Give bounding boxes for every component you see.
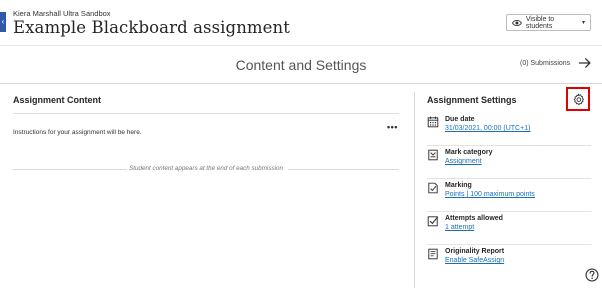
- marking-icon: [428, 182, 438, 194]
- attempts-icon: [427, 216, 439, 227]
- section-band: Content and Settings: [0, 47, 602, 84]
- setting-originality: Originality Report Enable SafeAssign: [427, 245, 591, 278]
- course-name: Kiera Marshall Ultra Sandbox: [13, 9, 111, 18]
- divider: [13, 113, 399, 114]
- assignment-content-heading: Assignment Content: [13, 95, 102, 105]
- setting-label: Marking: [445, 182, 472, 189]
- due-date-link[interactable]: 31/03/2021, 00:00 (UTC+1): [445, 125, 530, 132]
- page-header: ‹ Kiera Marshall Ultra Sandbox Example B…: [0, 0, 602, 46]
- mark-category-link[interactable]: Assignment: [445, 158, 482, 165]
- setting-due-date: Due date 31/03/2021, 00:00 (UTC+1): [427, 113, 591, 146]
- eye-icon: [512, 19, 522, 26]
- assignment-settings-heading: Assignment Settings: [427, 95, 517, 105]
- setting-marking: Marking Points | 100 maximum points: [427, 179, 591, 212]
- collapse-panel-tab[interactable]: ‹: [0, 12, 6, 32]
- settings-gear-button[interactable]: [566, 87, 590, 111]
- points-link[interactable]: Points: [445, 191, 464, 198]
- submissions-link[interactable]: (0) Submissions: [520, 60, 570, 67]
- setting-label: Due date: [445, 116, 475, 123]
- setting-label: Originality Report: [445, 248, 505, 255]
- instructions-text: Instructions for your assignment will be…: [13, 129, 142, 136]
- setting-attempts: Attempts allowed 1 attempt: [427, 212, 591, 245]
- visibility-label: Visible to students: [525, 15, 555, 30]
- arrow-right-icon[interactable]: [578, 56, 592, 70]
- separator: |: [466, 191, 469, 198]
- marking-values: Points | 100 maximum points: [445, 191, 535, 198]
- originality-icon: [428, 248, 438, 260]
- more-options-icon[interactable]: •••: [387, 122, 398, 132]
- calendar-icon: [427, 116, 439, 128]
- chevron-down-icon: ▾: [581, 20, 585, 26]
- panel-divider: [414, 92, 415, 288]
- setting-label: Mark category: [445, 149, 493, 156]
- gear-icon: [573, 93, 584, 105]
- help-icon[interactable]: [585, 268, 599, 282]
- assignment-content-panel: Assignment Content: [13, 95, 398, 105]
- enable-safeassign-link[interactable]: Enable SafeAssign: [445, 257, 504, 264]
- setting-mark-category: Mark category Assignment: [427, 146, 591, 179]
- student-content-note: Student content appears at the end of ea…: [129, 165, 284, 172]
- maximum-points-link[interactable]: 100 maximum points: [470, 191, 535, 198]
- section-title: Content and Settings: [235, 57, 367, 73]
- divider: [13, 169, 127, 170]
- category-icon: [428, 149, 438, 161]
- visibility-dropdown[interactable]: Visible to students ▾: [506, 14, 591, 31]
- divider: [288, 169, 399, 170]
- page-title: Example Blackboard assignment: [13, 18, 290, 37]
- setting-label: Attempts allowed: [445, 215, 503, 222]
- attempts-link[interactable]: 1 attempt: [445, 224, 474, 231]
